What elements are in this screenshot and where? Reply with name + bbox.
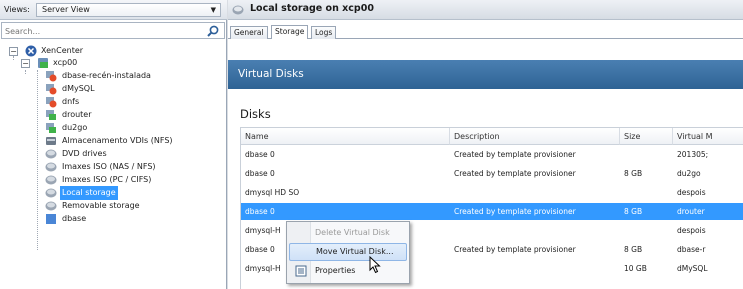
tab-label: Storage [275,27,305,36]
template-icon [46,214,56,224]
storage-icon [45,201,57,211]
cell-name: dmysql HD SO [245,188,300,197]
content-header: Local storage on xcp00 [228,0,743,20]
table-row-selected[interactable]: dbase 0 Created by template provisioner … [241,203,743,220]
menu-item-label: Properties [315,266,356,275]
cell-vm: despois [677,188,706,197]
tree-item-label: du2go [62,123,88,132]
cell-size [620,222,673,239]
table-row[interactable]: dbase 0 Created by template provisioner … [241,146,743,163]
storage-icon [45,175,57,185]
vm-icon [46,71,57,82]
tree-item-label: dbase [62,214,87,223]
storage-icon [45,188,57,198]
collapse-toggle-icon[interactable]: − [9,47,18,56]
cell-vm: dMySQL [677,264,708,273]
vm-icon [46,97,57,108]
cell-size: 8 GB [624,207,643,216]
cell-description [450,184,620,201]
views-bar: Views: Server View ▼ [0,0,227,20]
views-dropdown-value: Server View [42,5,90,14]
cell-description: Created by template provisioner [454,245,576,254]
tree-item-label: Removable storage [62,201,140,210]
column-header-vm[interactable]: Virtual M [673,128,743,145]
column-header-description[interactable]: Description [450,128,620,145]
menu-item-delete-virtual-disk[interactable]: Delete Virtual Disk [289,224,407,242]
tree-item-label: Local storage [60,186,118,200]
xencenter-icon [25,45,37,57]
tab-logs[interactable]: Logs [311,26,337,39]
dropdown-arrow-icon: ▼ [210,6,216,14]
tree-item-label: drouter [62,110,92,119]
mouse-cursor-icon [369,256,381,274]
cell-description [450,260,620,277]
views-dropdown[interactable]: Server View ▼ [36,3,221,17]
storage-icon [45,149,57,159]
disks-heading: Disks [240,107,271,121]
tree-item-label: dnfs [62,97,80,106]
cell-size [620,146,673,163]
cell-description [450,222,620,239]
tree-item-label: dMySQL [62,84,95,93]
resources-panel: Views: Server View ▼ − XenCenter − xcp00… [0,0,227,289]
menu-item-properties[interactable]: Properties [289,262,407,280]
menu-item-move-virtual-disk[interactable]: Move Virtual Disk... [289,243,407,261]
cell-size [620,184,673,201]
cell-name: dbase 0 [245,150,275,159]
properties-icon [295,265,307,277]
storage-icon [45,162,57,172]
banner-title: Virtual Disks [238,68,304,80]
cell-description: Created by template provisioner [454,169,576,178]
cell-name: dbase 0 [245,207,275,216]
cell-vm: dbase-r [677,245,706,254]
cell-size: 8 GB [624,245,643,254]
tab-storage[interactable]: Storage [271,25,309,39]
cell-description: Created by template provisioner [454,207,576,216]
tree-item-label: DVD drives [62,149,107,158]
vm-running-icon [46,123,56,133]
cell-size: 8 GB [624,169,643,178]
tree-item-label: dbase-recén-instalada [62,71,151,80]
cell-name: dbase 0 [245,169,275,178]
column-header-name[interactable]: Name [241,128,450,145]
tree-item-label: Imaxes ISO (PC / CIFS) [62,175,152,184]
cell-vm: drouter [677,207,705,216]
tree-item-label: Imaxes ISO (NAS / NFS) [62,162,156,171]
page-title: Local storage on xcp00 [250,3,374,14]
table-row[interactable]: dmysql HD SO despois [241,184,743,201]
cell-description: Created by template provisioner [454,150,576,159]
cell-vm: despois [677,226,706,235]
cell-vm: du2go [677,169,701,178]
server-icon [38,58,48,68]
vm-running-icon [46,110,56,120]
section-banner: Virtual Disks [228,60,743,89]
views-label: Views: [4,5,30,14]
collapse-toggle-icon[interactable]: − [21,59,30,68]
tree-item-label: Almacenamento VDIs (NFS) [62,136,173,145]
tree-item-label: xcp00 [53,58,78,67]
cell-size: 10 GB [624,264,647,273]
cell-vm: 201305; [677,150,709,159]
search-box[interactable] [1,22,225,39]
table-row[interactable]: dbase 0 Created by template provisioner … [241,165,743,182]
column-header-size[interactable]: Size [620,128,673,145]
tab-general[interactable]: General [230,26,268,39]
search-input[interactable] [5,25,200,37]
context-menu: Delete Virtual Disk Move Virtual Disk...… [286,221,410,284]
tab-label: General [234,28,264,37]
vm-icon [46,84,57,95]
storage-icon [46,137,56,145]
tab-label: Logs [315,28,333,37]
search-icon[interactable] [206,24,220,38]
storage-icon [232,5,244,15]
